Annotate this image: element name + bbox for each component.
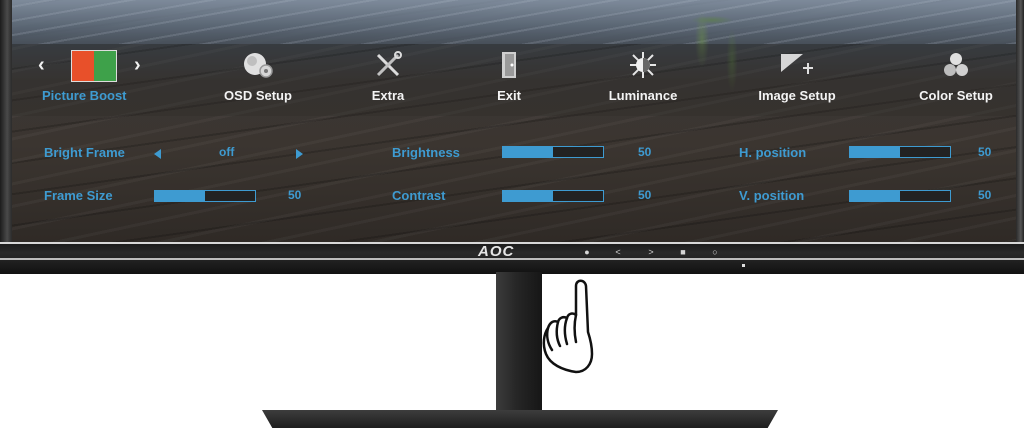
- aoc-logo: AOC: [478, 243, 515, 260]
- chevron-right-icon[interactable]: ›: [134, 54, 141, 77]
- stand-base: [262, 410, 778, 428]
- h-position-value: 50: [978, 145, 992, 159]
- menu-label: Image Setup: [758, 88, 836, 103]
- contrast-value: 50: [638, 188, 652, 202]
- extra-icon: [373, 50, 403, 85]
- menu-label: OSD Setup: [224, 88, 292, 103]
- menu-item-luminance[interactable]: Luminance: [588, 48, 698, 112]
- frame-size-value: 50: [288, 188, 302, 202]
- v-position-label: V. position: [739, 188, 805, 203]
- frame-size-label: Frame Size: [44, 188, 113, 203]
- left-button[interactable]: <: [611, 247, 625, 257]
- wallpaper-wood: [12, 0, 1016, 44]
- menu-item-osd-setup[interactable]: OSD Setup: [208, 48, 308, 112]
- monitor: ‹ › Picture Boost OSD Setup Extra Exit L…: [0, 0, 1024, 274]
- menu-label: Exit: [497, 88, 521, 103]
- h-position-label: H. position: [739, 145, 807, 160]
- contrast-slider[interactable]: [502, 190, 604, 202]
- bezel-left: [0, 0, 12, 242]
- power-button[interactable]: ○: [708, 247, 722, 257]
- bezel-right: [1016, 0, 1024, 242]
- bright-frame-label: Bright Frame: [44, 145, 125, 160]
- osd-screen: ‹ › Picture Boost OSD Setup Extra Exit L…: [12, 0, 1016, 242]
- menu-label: Color Setup: [919, 88, 993, 103]
- menu-button[interactable]: ●: [580, 247, 594, 257]
- bright-frame-right-arrow-icon[interactable]: [296, 149, 303, 159]
- bright-frame-left-arrow-icon[interactable]: [154, 149, 161, 159]
- h-position-slider[interactable]: [849, 146, 951, 158]
- chevron-left-icon[interactable]: ‹: [38, 54, 45, 77]
- brightness-slider[interactable]: [502, 146, 604, 158]
- color-setup-icon: [941, 50, 971, 85]
- menu-item-color-setup[interactable]: Color Setup: [906, 48, 1006, 112]
- exit-icon: [496, 50, 522, 85]
- menu-item-image-setup[interactable]: Image Setup: [742, 48, 852, 112]
- menu-label: Luminance: [608, 88, 678, 103]
- contrast-label: Contrast: [392, 188, 446, 203]
- image-setup-icon: [779, 50, 815, 85]
- right-button[interactable]: >: [644, 247, 658, 257]
- exit-button[interactable]: ■: [676, 247, 690, 257]
- bright-frame-value[interactable]: off: [219, 145, 234, 159]
- luminance-icon: [628, 50, 658, 85]
- brightness-value: 50: [638, 145, 652, 159]
- v-position-value: 50: [978, 188, 992, 202]
- menu-item-extra[interactable]: Extra: [348, 48, 428, 112]
- menu-item-exit[interactable]: Exit: [474, 48, 544, 112]
- menu-label: Extra: [371, 88, 405, 103]
- menu-item-picture-boost[interactable]: ‹ › Picture Boost: [34, 48, 154, 112]
- brightness-label: Brightness: [392, 145, 460, 160]
- pointing-hand-icon: [536, 272, 610, 387]
- power-led: [742, 264, 745, 267]
- picture-boost-icon: [71, 50, 117, 82]
- osd-setup-icon: [241, 50, 275, 85]
- menu-label: Picture Boost: [42, 88, 127, 103]
- v-position-slider[interactable]: [849, 190, 951, 202]
- frame-size-slider[interactable]: [154, 190, 256, 202]
